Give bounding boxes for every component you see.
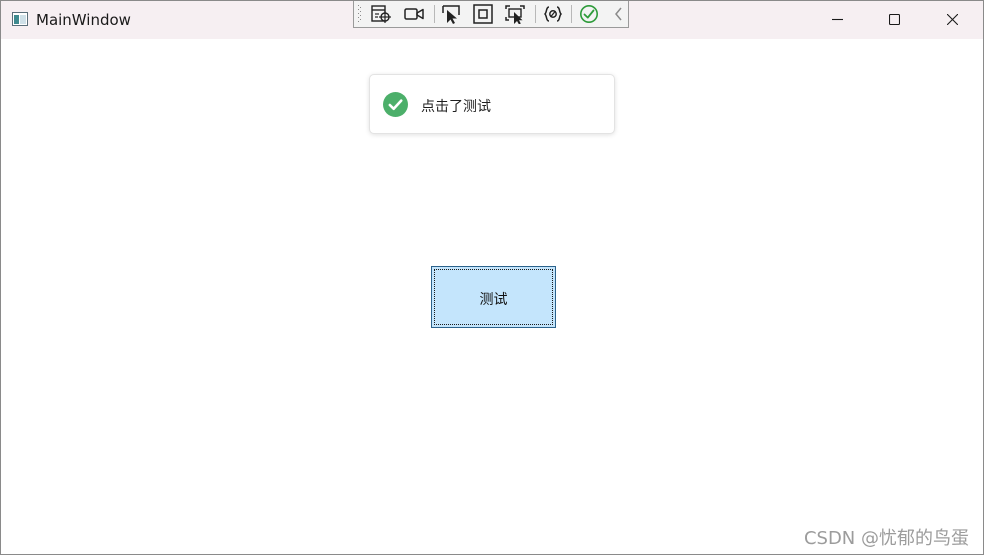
xaml-debug-toolbar [353,1,629,28]
test-button-label: 测试 [479,292,508,308]
minimize-icon [832,18,843,21]
window-app-icon [12,12,28,26]
track-focus-icon[interactable] [504,4,526,24]
maximize-icon [889,14,900,25]
binding-failures-icon[interactable] [542,4,564,24]
toolbar-separator [434,5,435,23]
success-notification: 点击了测试 [369,74,615,134]
test-button[interactable]: 测试 [431,266,556,328]
close-button[interactable] [924,1,982,39]
notification-message: 点击了测试 [421,99,491,115]
select-element-icon[interactable] [370,4,392,24]
window-title: MainWindow [36,11,131,29]
maximize-button[interactable] [866,1,924,39]
collapse-chevron-icon[interactable] [608,4,630,24]
toolbar-separator [535,5,536,23]
title-bar[interactable]: MainWindow [1,1,983,39]
success-check-icon [383,92,408,117]
close-icon [947,14,958,25]
main-window: MainWindow 点击了测试 测试 CSDN @忧郁的鸟蛋 [0,0,984,555]
toolbar-grip[interactable] [358,5,362,23]
display-layout-adorner-icon[interactable] [472,4,494,24]
toolbar-separator [571,5,572,23]
record-camera-icon[interactable] [403,4,425,24]
minimize-button[interactable] [809,1,867,39]
watermark: CSDN @忧郁的鸟蛋 [803,528,969,549]
check-circle-icon[interactable] [578,4,600,24]
cursor-select-icon[interactable] [440,4,462,24]
